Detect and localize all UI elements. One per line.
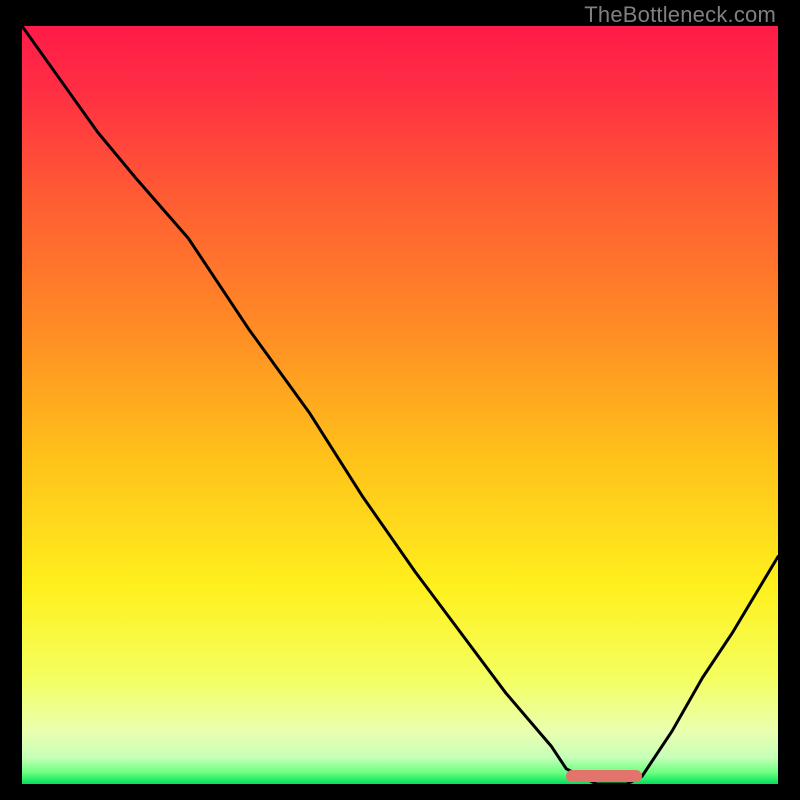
plot-area: [22, 26, 778, 784]
gradient-background: [22, 26, 778, 784]
optimum-range-marker: [566, 770, 642, 782]
watermark-label: TheBottleneck.com: [584, 2, 776, 28]
chart-canvas: TheBottleneck.com: [0, 0, 800, 800]
